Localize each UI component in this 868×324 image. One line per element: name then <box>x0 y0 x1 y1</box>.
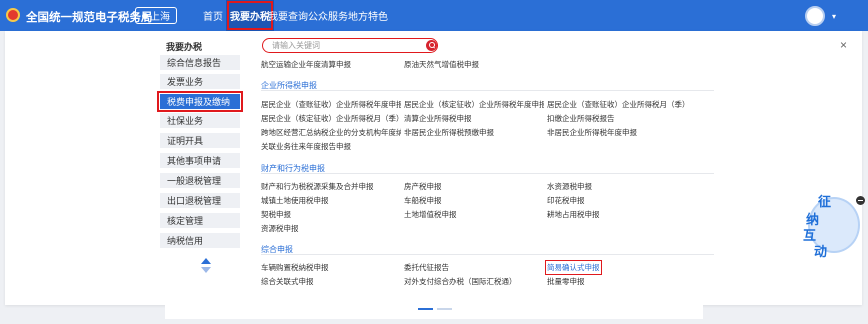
pager-dot-active[interactable] <box>418 308 433 310</box>
menu-link[interactable]: 综合关联式申报 <box>261 276 401 287</box>
chevron-down-icon[interactable]: ▾ <box>832 12 836 21</box>
sidebar-item-credit[interactable]: 纳税信用 <box>160 233 240 248</box>
search-icon[interactable] <box>426 40 437 51</box>
sidebar-item-export-refund[interactable]: 出口退税管理 <box>160 193 240 208</box>
menu-link[interactable]: 居民企业（核定征收）企业所得税年度申报 <box>404 99 544 110</box>
menu-link[interactable]: 原油天然气增值税申报 <box>404 59 479 70</box>
sidebar-item-social-security[interactable]: 社保业务 <box>160 113 240 128</box>
scroll-down-icon[interactable] <box>201 267 211 273</box>
nav-query[interactable]: 我要查询 <box>268 0 308 31</box>
menu-link[interactable]: 清算企业所得税申报 <box>404 113 544 124</box>
scroll-up-icon[interactable] <box>201 258 211 264</box>
menu-link[interactable]: 委托代征报告 <box>404 262 544 273</box>
region-label: 上海 <box>150 12 170 23</box>
close-icon[interactable]: × <box>840 38 847 52</box>
menu-link[interactable]: 水资源税申报 <box>547 181 687 192</box>
sidebar-item-tax-declaration[interactable]: 税费申报及缴纳 <box>157 91 243 112</box>
section-divider <box>261 173 714 174</box>
menu-link[interactable]: 对外支付综合办税（国际汇税通） <box>404 276 544 287</box>
widget-char: 动 <box>814 245 828 260</box>
menu-link[interactable]: 资源税申报 <box>261 223 401 234</box>
widget-char: 征 <box>818 195 832 210</box>
menu-link[interactable]: 车船税申报 <box>404 195 544 206</box>
menu-link[interactable]: 土地增值税申报 <box>404 209 544 220</box>
nav-public-service[interactable]: 公众服务 <box>308 0 348 31</box>
top-navigation-bar: 全国统一规范电子税务局 上海 首页 我要办税 我要查询 公众服务 地方特色 ▾ <box>0 0 868 31</box>
sidebar-item-assessment[interactable]: 核定管理 <box>160 213 240 228</box>
user-avatar-icon[interactable] <box>805 6 825 26</box>
sidebar-scroll-control[interactable] <box>200 258 212 276</box>
menu-link[interactable]: 印花税申报 <box>547 195 687 206</box>
menu-link[interactable]: 契税申报 <box>261 209 401 220</box>
menu-link[interactable]: 居民企业（查账征收）企业所得税月（季）度... <box>547 99 687 110</box>
menu-link[interactable]: 城镇土地使用税申报 <box>261 195 401 206</box>
sidebar-item-info-report[interactable]: 综合信息报告 <box>160 55 240 70</box>
sidebar-item-invoice[interactable]: 发票业务 <box>160 74 240 89</box>
menu-link[interactable]: 批量零申报 <box>547 276 687 287</box>
section-divider <box>261 90 714 91</box>
region-selector[interactable]: 上海 <box>135 7 177 24</box>
menu-link[interactable]: 车辆购置税纳税申报 <box>261 262 401 273</box>
sidebar-heading: 我要办税 <box>166 42 203 52</box>
tax-emblem-icon <box>6 8 20 22</box>
sidebar-item-certificate[interactable]: 证明开具 <box>160 133 240 148</box>
menu-link[interactable]: 跨地区经营汇总纳税企业的分支机构年度纳税... <box>261 127 401 138</box>
menu-link[interactable]: 非居民企业所得税预缴申报 <box>404 127 544 138</box>
search-input[interactable]: 请输入关键词 <box>262 38 438 53</box>
menu-link[interactable]: 关联业务往来年度报告申报 <box>261 141 401 152</box>
menu-link[interactable]: 居民企业（查账征收）企业所得税年度申报 <box>261 99 401 110</box>
menu-link[interactable]: 非居民企业所得税年度申报 <box>547 127 687 138</box>
sidebar-item-general-refund[interactable]: 一般退税管理 <box>160 173 240 188</box>
menu-link[interactable]: 居民企业（核定征收）企业所得税月（季）度... <box>261 113 401 124</box>
nav-local-features[interactable]: 地方特色 <box>348 0 388 31</box>
sidebar-item-other-matters[interactable]: 其他事项申请 <box>160 153 240 168</box>
minimize-icon[interactable] <box>856 196 865 205</box>
pager-dot[interactable] <box>437 308 452 310</box>
menu-link[interactable]: 航空运输企业年度清算申报 <box>261 59 351 70</box>
menu-link[interactable]: 耕地占用税申报 <box>547 209 687 220</box>
nav-tax-handling[interactable]: 我要办税 <box>226 0 274 31</box>
menu-link[interactable]: 财产和行为税税源采集及合并申报 <box>261 181 401 192</box>
menu-link[interactable]: 房产税申报 <box>404 181 544 192</box>
section-divider <box>261 254 714 255</box>
site-title[interactable]: 全国统一规范电子税务局 <box>26 9 153 25</box>
menu-link[interactable]: 扣缴企业所得税报告 <box>547 113 687 124</box>
menu-link-simple-confirm-declaration[interactable]: 简易确认式申报 <box>545 260 602 275</box>
interaction-widget[interactable]: 征 纳 互 动 <box>800 191 862 261</box>
nav-home[interactable]: 首页 <box>203 0 223 31</box>
location-pin-icon <box>142 12 148 19</box>
page-content-strip <box>165 305 703 319</box>
